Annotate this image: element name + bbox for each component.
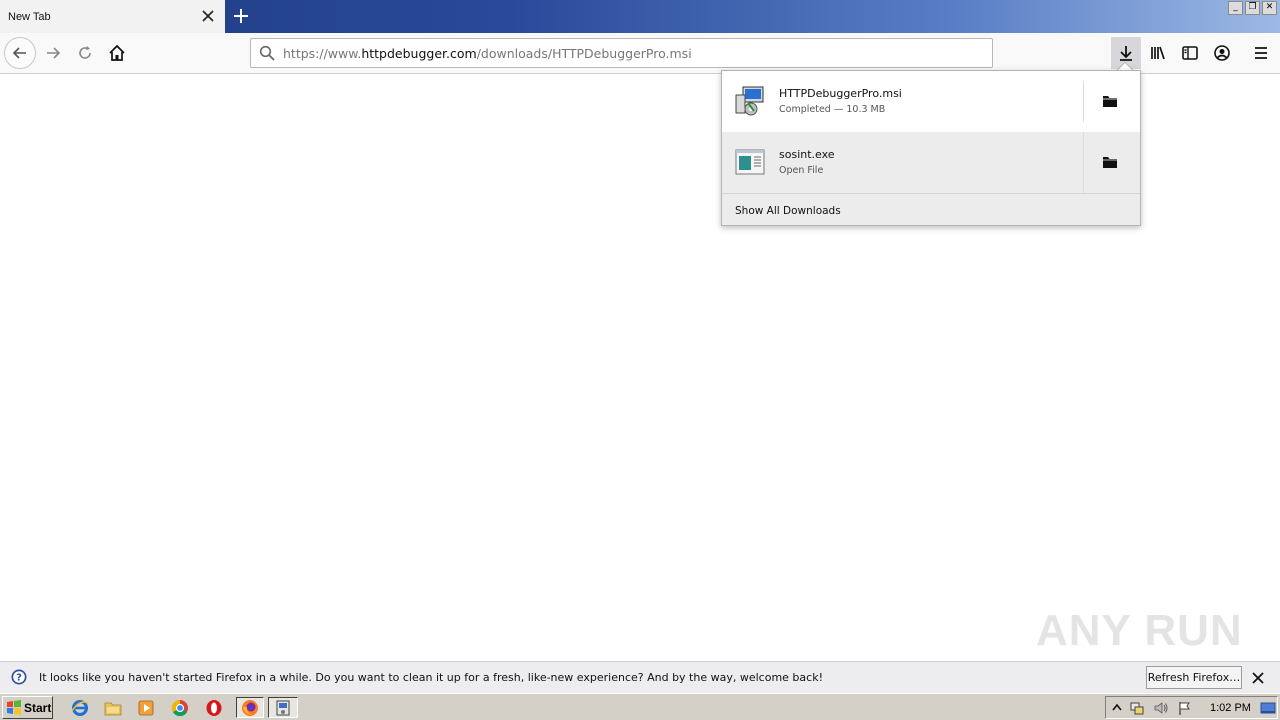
title-bar: New Tab _ ❐ ✕ xyxy=(0,0,1280,33)
forward-arrow-icon xyxy=(47,47,61,59)
taskbar-explorer[interactable] xyxy=(102,697,124,718)
show-all-downloads-label: Show All Downloads xyxy=(735,205,841,217)
notification-bar: ? It looks like you haven't started Fire… xyxy=(0,661,1280,693)
start-label: Start xyxy=(24,700,52,715)
restore-button[interactable]: ❐ xyxy=(1245,1,1260,15)
tab-new-tab[interactable]: New Tab xyxy=(0,0,225,33)
url-text: https://www.httpdebugger.com/downloads/H… xyxy=(283,46,692,61)
show-desktop-icon[interactable] xyxy=(1260,700,1276,716)
navigation-bar: https://www.httpdebugger.com/downloads/H… xyxy=(0,33,1280,74)
menu-button[interactable] xyxy=(1246,37,1276,69)
home-icon xyxy=(109,44,125,61)
download-separator xyxy=(1083,81,1084,122)
firefox-icon xyxy=(242,699,258,716)
tab-title: New Tab xyxy=(8,10,51,23)
url-path: /downloads/HTTPDebuggerPro.msi xyxy=(476,45,692,61)
account-icon xyxy=(1214,45,1230,61)
download-status: Completed — 10.3 MB xyxy=(779,104,886,115)
taskbar-ie[interactable] xyxy=(69,697,91,718)
open-folder-icon[interactable] xyxy=(1102,155,1118,169)
new-tab-plus-icon[interactable] xyxy=(232,7,250,25)
account-button[interactable] xyxy=(1207,37,1237,69)
chrome-icon xyxy=(171,699,188,716)
download-status: Open File xyxy=(779,165,824,176)
download-item[interactable]: sosint.exe Open File xyxy=(722,132,1140,193)
refresh-firefox-button[interactable]: Refresh Firefox… xyxy=(1146,666,1242,689)
notification-message: It looks like you haven't started Firefo… xyxy=(39,671,823,684)
download-file-name: HTTPDebuggerPro.msi xyxy=(779,87,902,100)
hamburger-menu-icon xyxy=(1255,47,1267,59)
internet-explorer-icon xyxy=(71,699,89,716)
action-center-flag-icon[interactable] xyxy=(1177,700,1193,716)
forward-button[interactable] xyxy=(37,37,69,69)
downloads-panel: HTTPDebuggerPro.msi Completed — 10.3 MB … xyxy=(721,70,1141,226)
folder-icon xyxy=(104,702,122,715)
library-icon xyxy=(1151,46,1165,60)
url-domain: httpdebugger.com xyxy=(361,45,477,61)
clock: 1:02 PM xyxy=(1210,702,1251,714)
media-player-icon xyxy=(138,700,154,715)
home-button[interactable] xyxy=(101,37,133,69)
exe-file-icon xyxy=(735,149,765,175)
reload-button[interactable] xyxy=(69,37,101,69)
taskbar-chrome[interactable] xyxy=(169,697,191,718)
url-prefix: https://www. xyxy=(283,45,362,61)
tab-close-icon[interactable] xyxy=(201,9,215,23)
library-button[interactable] xyxy=(1143,37,1173,69)
download-arrow-icon xyxy=(1120,46,1132,61)
opera-icon xyxy=(206,699,222,716)
windows-logo-icon xyxy=(7,699,21,715)
taskbar: Start 1:02 PM xyxy=(0,693,1280,720)
question-icon: ? xyxy=(11,669,27,685)
system-tray: 1:02 PM xyxy=(1105,696,1278,719)
taskbar-installer[interactable] xyxy=(268,697,298,718)
show-hidden-icons-icon[interactable] xyxy=(1109,700,1125,716)
download-item[interactable]: HTTPDebuggerPro.msi Completed — 10.3 MB xyxy=(722,71,1140,132)
url-bar[interactable]: https://www.httpdebugger.com/downloads/H… xyxy=(250,38,993,68)
sidebar-button[interactable] xyxy=(1175,37,1205,69)
msi-installer-icon xyxy=(735,86,764,116)
taskbar-firefox[interactable] xyxy=(236,697,264,718)
minimize-button[interactable]: _ xyxy=(1228,1,1243,15)
open-folder-icon[interactable] xyxy=(1102,94,1118,108)
taskbar-opera[interactable] xyxy=(203,697,225,718)
network-icon[interactable] xyxy=(1129,700,1145,716)
reload-icon xyxy=(79,46,91,59)
taskbar-media-player[interactable] xyxy=(135,697,157,718)
volume-icon[interactable] xyxy=(1153,700,1169,716)
back-arrow-icon xyxy=(12,47,26,59)
back-button[interactable] xyxy=(4,37,36,69)
show-all-downloads-button[interactable]: Show All Downloads xyxy=(722,193,1140,225)
sidebar-icon xyxy=(1182,46,1198,60)
close-notification-icon[interactable] xyxy=(1250,670,1266,686)
close-window-button[interactable]: ✕ xyxy=(1262,1,1277,15)
download-file-name: sosint.exe xyxy=(779,148,835,161)
anyrun-watermark: ANY RUN xyxy=(1036,606,1243,655)
start-button[interactable]: Start xyxy=(2,696,53,719)
search-icon xyxy=(259,45,275,61)
download-separator xyxy=(1083,132,1084,193)
svg-text:?: ? xyxy=(16,673,22,684)
installer-icon xyxy=(276,700,290,715)
